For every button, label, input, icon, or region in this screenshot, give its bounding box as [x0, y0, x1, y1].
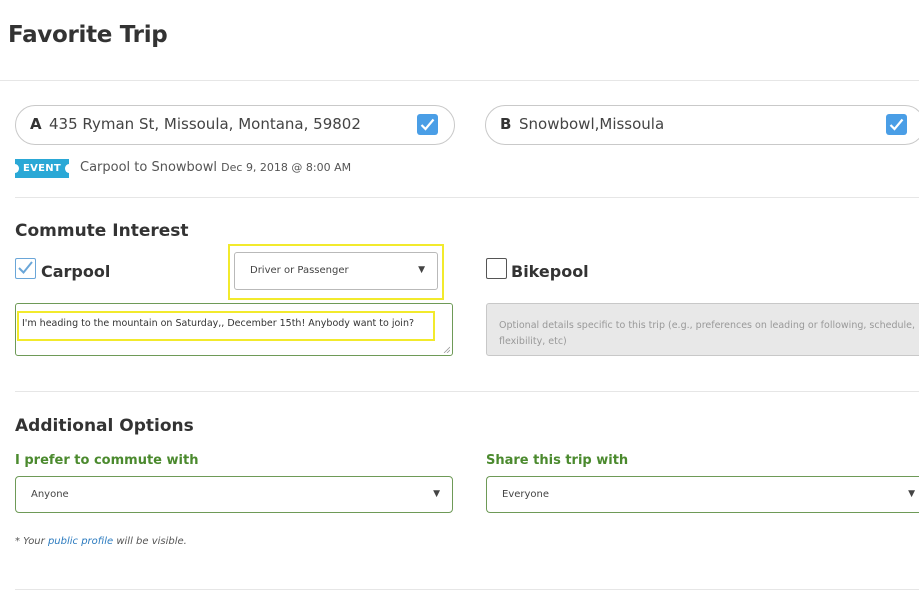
highlight-box [17, 311, 435, 341]
bikepool-label: Bikepool [511, 262, 589, 281]
share-with-select[interactable]: Everyone ▼ [486, 476, 919, 513]
page-title: Favorite Trip [8, 22, 168, 48]
resize-grip-icon[interactable] [443, 346, 450, 353]
check-icon [889, 118, 904, 131]
carpool-role-value: Driver or Passenger [250, 265, 349, 276]
bikepool-checkbox[interactable] [486, 258, 507, 279]
origin-letter: A [30, 115, 42, 133]
bikepool-details-placeholder: Optional details specific to this trip (… [499, 320, 916, 347]
check-icon [420, 118, 435, 131]
carpool-role-select[interactable]: Driver or Passenger ▼ [234, 252, 438, 290]
commute-with-value: Anyone [31, 489, 69, 500]
divider [15, 391, 919, 392]
event-badge: EVENT [11, 159, 73, 178]
carpool-checkbox[interactable] [15, 258, 36, 279]
caret-down-icon: ▼ [418, 265, 425, 275]
public-profile-link[interactable]: public profile [48, 536, 113, 547]
commute-with-select[interactable]: Anyone ▼ [15, 476, 453, 513]
destination-letter: B [500, 115, 512, 133]
share-with-label: Share this trip with [486, 453, 629, 468]
carpool-label: Carpool [41, 262, 111, 281]
destination-field[interactable]: B Snowbowl,Missoula [485, 105, 919, 145]
divider [15, 589, 919, 590]
origin-confirm-checkbox[interactable] [417, 114, 438, 135]
divider [0, 80, 919, 81]
event-name: Carpool to Snowbowl [80, 160, 218, 175]
origin-field[interactable]: A 435 Ryman St, Missoula, Montana, 59802 [15, 105, 455, 145]
destination-confirm-checkbox[interactable] [886, 114, 907, 135]
note-suffix: will be visible. [113, 536, 187, 547]
destination-value: Snowbowl,Missoula [519, 115, 665, 133]
commute-interest-title: Commute Interest [15, 221, 189, 241]
commute-with-label: I prefer to commute with [15, 453, 199, 468]
share-with-value: Everyone [502, 489, 550, 500]
bikepool-details-textarea[interactable]: Optional details specific to this trip (… [486, 303, 919, 356]
divider [15, 197, 919, 198]
caret-down-icon: ▼ [433, 489, 440, 499]
event-info[interactable]: Carpool to Snowbowl Dec 9, 2018 @ 8:00 A… [80, 160, 351, 175]
additional-options-title: Additional Options [15, 416, 194, 436]
origin-value: 435 Ryman St, Missoula, Montana, 59802 [49, 115, 361, 133]
profile-visibility-note: * Your public profile will be visible. [15, 536, 187, 547]
event-date: Dec 9, 2018 @ 8:00 AM [221, 161, 352, 174]
check-icon [18, 261, 33, 274]
note-prefix: * Your [15, 536, 48, 547]
caret-down-icon: ▼ [908, 489, 915, 499]
